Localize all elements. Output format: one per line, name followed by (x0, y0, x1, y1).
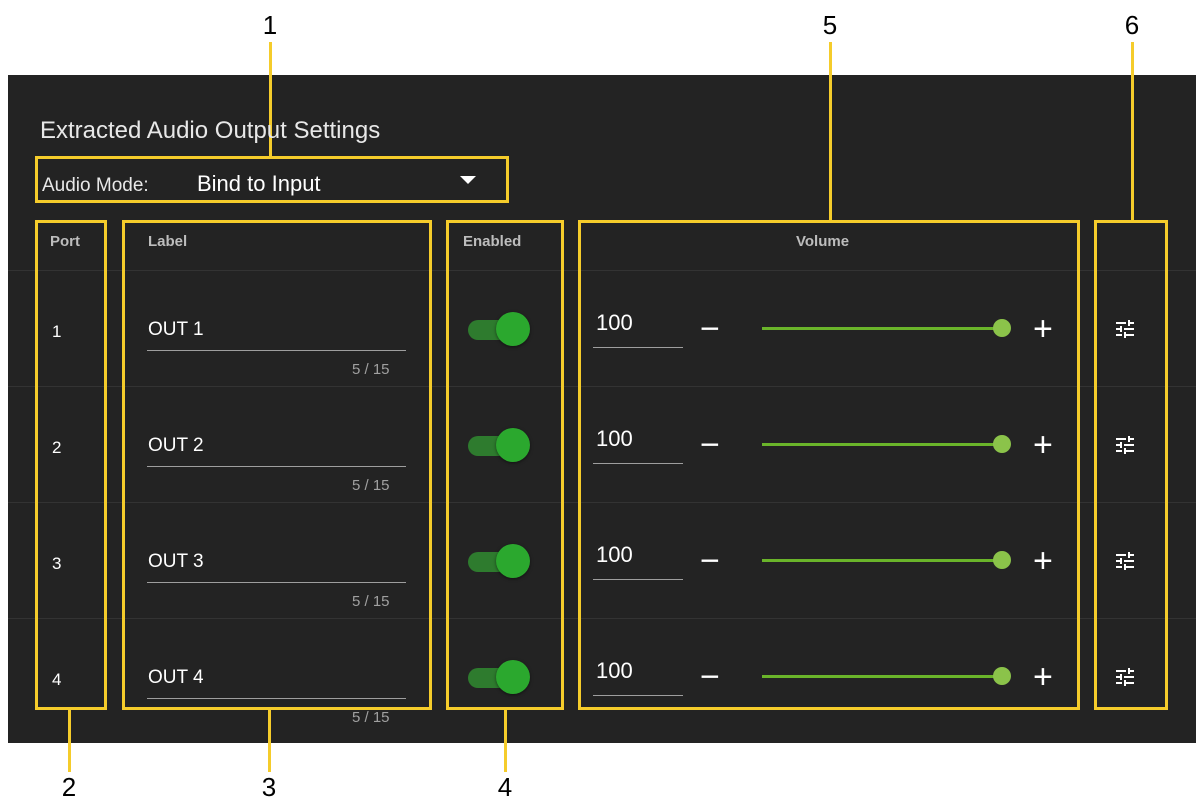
callout-leader-6 (1131, 42, 1134, 222)
panel-title: Extracted Audio Output Settings (40, 117, 381, 144)
callout-box-settings (1094, 220, 1168, 710)
callout-number-4: 4 (497, 772, 513, 802)
callout-leader-3 (268, 708, 271, 772)
character-counter: 5 / 15 (352, 709, 390, 726)
callout-number-1: 1 (262, 10, 278, 40)
callout-number-2: 2 (61, 772, 77, 802)
callout-box-port (35, 220, 107, 710)
callout-box-enabled (446, 220, 564, 710)
callout-box-label (122, 220, 432, 710)
callout-number-3: 3 (261, 772, 277, 802)
callout-number-5: 5 (822, 10, 838, 40)
callout-box-volume (578, 220, 1080, 710)
callout-box-audio-mode (35, 156, 509, 203)
callout-leader-2 (68, 708, 71, 772)
callout-number-6: 6 (1124, 10, 1140, 40)
callout-leader-4 (504, 708, 507, 772)
callout-leader-5 (829, 42, 832, 222)
